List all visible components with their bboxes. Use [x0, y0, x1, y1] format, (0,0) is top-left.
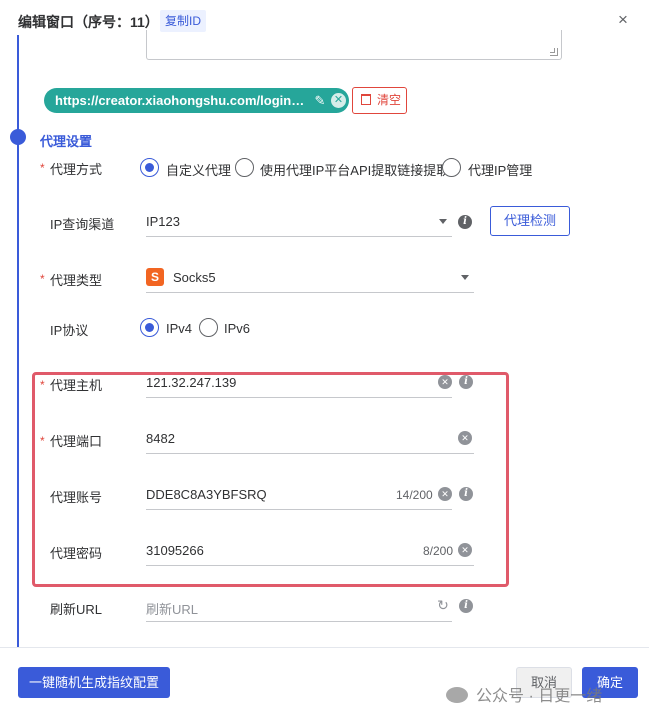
radio-custom-proxy[interactable]: [140, 158, 159, 177]
section-title-proxy: 代理设置: [40, 134, 93, 149]
proxy-password-underline: [146, 565, 474, 566]
proxy-port-input[interactable]: 8482: [146, 431, 175, 446]
proxy-port-label: 代理端口: [50, 434, 103, 449]
socks-icon: S: [146, 268, 164, 286]
proxy-method-label: 代理方式: [50, 162, 103, 177]
refresh-icon[interactable]: ↻: [436, 598, 450, 612]
radio-ip-manage-label[interactable]: 代理IP管理: [468, 160, 532, 179]
watermark-text: 公众号 · 日更一绪: [476, 688, 603, 705]
timeline-dot: [10, 129, 26, 145]
info-icon[interactable]: i: [459, 487, 473, 501]
proxy-password-input[interactable]: 31095266: [146, 543, 204, 558]
proxy-account-label: 代理账号: [50, 490, 103, 505]
required-mark: *: [40, 272, 45, 286]
clear-input-icon[interactable]: ✕: [458, 543, 472, 557]
url-chip[interactable]: https://creator.xiaohongshu.com/login?so…: [44, 88, 349, 113]
proxy-check-button[interactable]: 代理检测: [490, 206, 570, 236]
copy-id-button[interactable]: 复制ID: [160, 10, 207, 32]
dialog-title: 编辑窗口（序号：11）: [18, 14, 159, 30]
ip-channel-select[interactable]: IP123: [146, 214, 180, 229]
required-mark: *: [40, 161, 45, 175]
radio-ipv6[interactable]: [199, 318, 218, 337]
proxy-type-select[interactable]: Socks5: [173, 270, 216, 285]
required-mark: *: [40, 378, 45, 392]
clear-input-icon[interactable]: ✕: [438, 487, 452, 501]
refresh-url-underline: [146, 621, 452, 622]
char-counter: 8/200: [423, 544, 454, 558]
clear-button-label: 清空: [377, 93, 402, 107]
refresh-url-input[interactable]: 刷新URL: [146, 599, 198, 618]
radio-api-extract-label[interactable]: 使用代理IP平台API提取链接提取: [260, 160, 449, 179]
clear-input-icon[interactable]: ✕: [438, 375, 452, 389]
info-icon[interactable]: i: [458, 215, 472, 229]
edit-icon[interactable]: ✎: [312, 88, 328, 113]
proxy-type-label: 代理类型: [50, 273, 103, 288]
info-icon[interactable]: i: [459, 599, 473, 613]
proxy-account-underline: [146, 509, 452, 510]
radio-custom-proxy-label[interactable]: 自定义代理: [166, 160, 231, 179]
proxy-host-label: 代理主机: [50, 378, 103, 393]
ip-protocol-label: IP协议: [50, 323, 89, 338]
ip-channel-label: IP查询渠道: [50, 217, 115, 232]
proxy-account-input[interactable]: DDE8C8A3YBFSRQ: [146, 487, 267, 502]
chevron-down-icon[interactable]: [461, 275, 469, 280]
info-icon[interactable]: i: [459, 375, 473, 389]
char-counter: 14/200: [396, 488, 433, 502]
clear-button[interactable]: 清空: [352, 87, 407, 114]
generate-fingerprint-button[interactable]: 一键随机生成指纹配置: [18, 667, 170, 698]
radio-ip-manage[interactable]: [442, 158, 461, 177]
radio-api-extract[interactable]: [235, 158, 254, 177]
trash-icon: [361, 94, 371, 105]
close-icon[interactable]: ×: [614, 10, 632, 30]
chip-close-icon[interactable]: ✕: [331, 93, 346, 108]
clear-input-icon[interactable]: ✕: [458, 431, 472, 445]
proxy-type-underline: [146, 292, 474, 293]
radio-ipv4[interactable]: [140, 318, 159, 337]
wechat-icon: [446, 687, 468, 703]
radio-ipv4-label[interactable]: IPv4: [166, 321, 192, 336]
ip-channel-underline: [146, 236, 452, 237]
platform-textarea[interactable]: [146, 30, 562, 60]
resize-grip-icon[interactable]: [550, 48, 558, 56]
proxy-host-underline: [146, 397, 452, 398]
url-chip-text: https://creator.xiaohongshu.com/login?so…: [55, 93, 305, 108]
chevron-down-icon[interactable]: [439, 219, 447, 224]
timeline-line: [17, 35, 19, 647]
radio-ipv6-label[interactable]: IPv6: [224, 321, 250, 336]
proxy-port-underline: [146, 453, 474, 454]
proxy-host-input[interactable]: 121.32.247.139: [146, 375, 236, 390]
refresh-url-label: 刷新URL: [50, 602, 103, 617]
watermark: 公众号 · 日更一绪: [446, 682, 602, 706]
footer-divider: [0, 647, 649, 648]
proxy-password-label: 代理密码: [50, 546, 103, 561]
required-mark: *: [40, 434, 45, 448]
